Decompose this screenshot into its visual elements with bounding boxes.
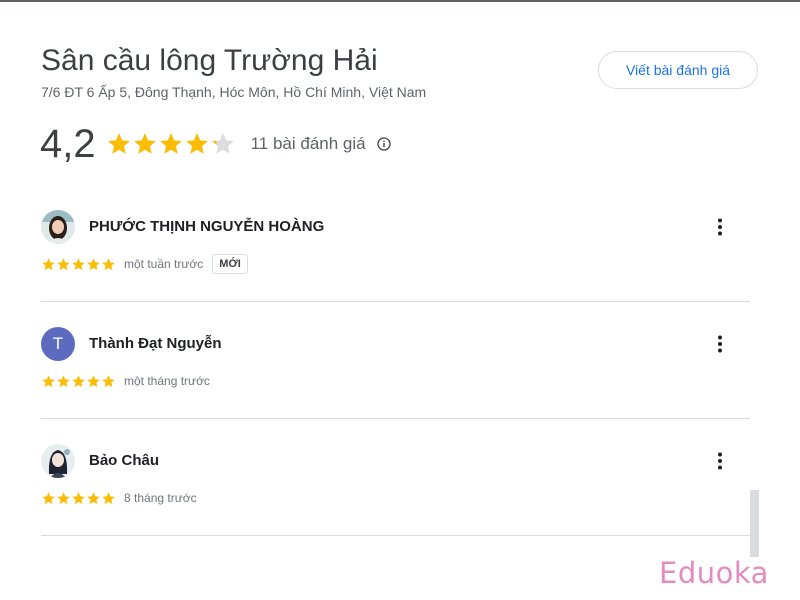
- scrollbar-thumb[interactable]: [750, 490, 759, 557]
- star-icon: [102, 491, 115, 504]
- reviewer-name[interactable]: PHƯỚC THỊNH NGUYỄN HOÀNG: [89, 218, 324, 235]
- more-options-icon[interactable]: [710, 216, 730, 238]
- overall-rating: 4,2 11 bài đánh giá: [40, 120, 391, 168]
- write-review-button[interactable]: Viết bài đánh giá: [598, 51, 758, 89]
- review-stars: [41, 374, 116, 389]
- divider: [41, 301, 750, 302]
- star-icon: [102, 374, 115, 387]
- star-icon: [42, 374, 55, 387]
- rating-value: 4,2: [40, 121, 96, 166]
- rating-stars: [106, 131, 236, 157]
- star-icon: [57, 257, 70, 270]
- reviewer-name[interactable]: Bảo Châu: [89, 452, 159, 469]
- watermark-logo: Eduoka: [659, 556, 769, 590]
- divider: [41, 418, 750, 419]
- star-icon: [102, 257, 115, 270]
- star-icon: [87, 491, 100, 504]
- star-icon: [42, 491, 55, 504]
- star-icon: [87, 374, 100, 387]
- more-options-icon[interactable]: [710, 333, 730, 355]
- reviewer-photo-avatar[interactable]: [41, 444, 75, 478]
- divider: [41, 535, 750, 536]
- star-icon: [72, 374, 85, 387]
- review-stars: [41, 257, 116, 272]
- star-icon: [133, 133, 156, 154]
- star-icon: [185, 133, 208, 154]
- more-options-icon[interactable]: [710, 450, 730, 472]
- reviewer-photo-avatar[interactable]: [41, 210, 75, 244]
- star-icon: [211, 133, 234, 154]
- review-time: một tuần trước: [124, 257, 204, 271]
- review-stars: [41, 491, 116, 506]
- info-icon[interactable]: [376, 137, 391, 151]
- review-count-link[interactable]: 11 bài đánh giá: [251, 134, 366, 154]
- new-badge: MỚI: [212, 254, 248, 274]
- star-icon: [159, 133, 182, 154]
- place-title: Sân cầu lông Trường Hải: [41, 44, 378, 77]
- place-address: 7/6 ĐT 6 Ấp 5, Đông Thạnh, Hóc Môn, Hồ C…: [41, 84, 427, 100]
- reviewer-letter-avatar[interactable]: T: [41, 327, 75, 361]
- reviewer-name[interactable]: Thành Đạt Nguyễn: [89, 335, 222, 352]
- star-icon: [72, 491, 85, 504]
- star-icon: [57, 491, 70, 504]
- star-icon: [57, 374, 70, 387]
- star-icon: [42, 257, 55, 270]
- star-icon: [87, 257, 100, 270]
- star-icon: [72, 257, 85, 270]
- review-time: một tháng trước: [124, 374, 210, 388]
- star-icon: [107, 133, 130, 154]
- window-top-border: [0, 0, 800, 2]
- review-time: 8 tháng trước: [124, 491, 197, 505]
